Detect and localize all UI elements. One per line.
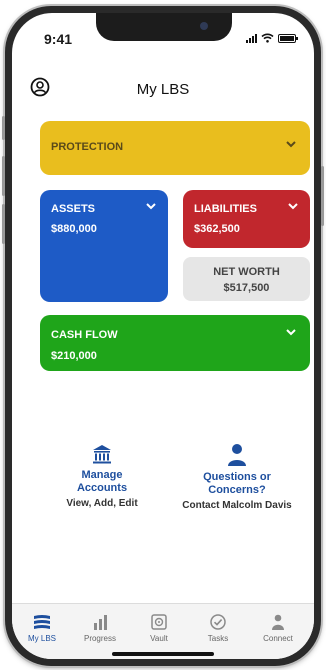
bar-chart-icon — [94, 615, 107, 630]
layers-icon — [34, 615, 50, 629]
battery-icon — [278, 33, 298, 43]
status-icons — [246, 33, 298, 43]
questions-action[interactable]: Questions or Concerns? Contact Malcolm D… — [172, 443, 302, 511]
chevron-down-icon[interactable] — [284, 137, 298, 151]
home-indicator[interactable] — [112, 652, 214, 656]
tab-bar: My LBS Progress Vault Tasks Connect — [12, 603, 314, 659]
questions-title-2: Concerns? — [208, 484, 266, 496]
signal-icon — [246, 33, 257, 43]
wifi-icon — [261, 33, 274, 43]
check-circle-icon — [210, 614, 226, 630]
person-icon — [228, 444, 246, 466]
questions-subtitle: Contact Malcolm Davis — [182, 500, 292, 511]
manage-accounts-subtitle: View, Add, Edit — [66, 498, 138, 509]
cash-flow-label: CASH FLOW — [51, 329, 118, 341]
tab-vault[interactable]: Vault — [131, 614, 187, 643]
liabilities-label: LIABILITIES — [194, 203, 257, 215]
bank-icon — [93, 445, 111, 464]
power-button — [321, 166, 324, 226]
vault-icon — [151, 614, 167, 630]
person-icon — [272, 614, 284, 630]
tab-label: Vault — [150, 634, 168, 643]
tab-progress[interactable]: Progress — [72, 614, 128, 643]
assets-label: ASSETS — [51, 203, 96, 215]
tab-tasks[interactable]: Tasks — [190, 614, 246, 643]
phone-frame: 9:41 My LBS PROTECTION ASSETS $880,000 L… — [2, 6, 324, 666]
liabilities-card[interactable]: LIABILITIES $362,500 — [183, 190, 310, 248]
cash-flow-value: $210,000 — [51, 350, 97, 362]
status-time: 9:41 — [44, 31, 73, 47]
volume-down-button — [2, 204, 5, 244]
tab-label: Connect — [263, 634, 293, 643]
volume-up-button — [2, 156, 5, 196]
cash-flow-card[interactable]: CASH FLOW $210,000 — [40, 315, 310, 371]
side-button — [2, 116, 5, 140]
assets-value: $880,000 — [51, 223, 97, 235]
screen: 9:41 My LBS PROTECTION ASSETS $880,000 L… — [12, 13, 314, 659]
net-worth-value: $517,500 — [223, 282, 270, 294]
tab-label: Tasks — [207, 634, 229, 643]
page-title: My LBS — [136, 81, 190, 98]
questions-title-1: Questions or — [203, 471, 271, 483]
manage-accounts-action[interactable]: Manage Accounts View, Add, Edit — [52, 443, 152, 509]
chevron-down-icon[interactable] — [284, 325, 298, 339]
assets-card[interactable]: ASSETS $880,000 — [40, 190, 168, 302]
protection-label: PROTECTION — [51, 141, 124, 153]
notch — [96, 13, 232, 41]
net-worth-card: NET WORTH $517,500 — [183, 257, 310, 301]
tab-label: Progress — [83, 634, 116, 643]
net-worth-label: NET WORTH — [213, 266, 280, 278]
protection-card[interactable]: PROTECTION — [40, 121, 310, 175]
manage-accounts-title-2: Accounts — [76, 482, 128, 494]
chevron-down-icon[interactable] — [286, 199, 300, 213]
tab-my-lbs[interactable]: My LBS — [14, 614, 70, 643]
app-header: My LBS — [12, 75, 314, 105]
manage-accounts-title-1: Manage — [81, 469, 123, 481]
chevron-down-icon[interactable] — [144, 199, 158, 213]
tab-connect[interactable]: Connect — [250, 614, 306, 643]
liabilities-value: $362,500 — [194, 223, 240, 235]
tab-label: My LBS — [27, 634, 56, 643]
camera-icon — [200, 22, 208, 30]
